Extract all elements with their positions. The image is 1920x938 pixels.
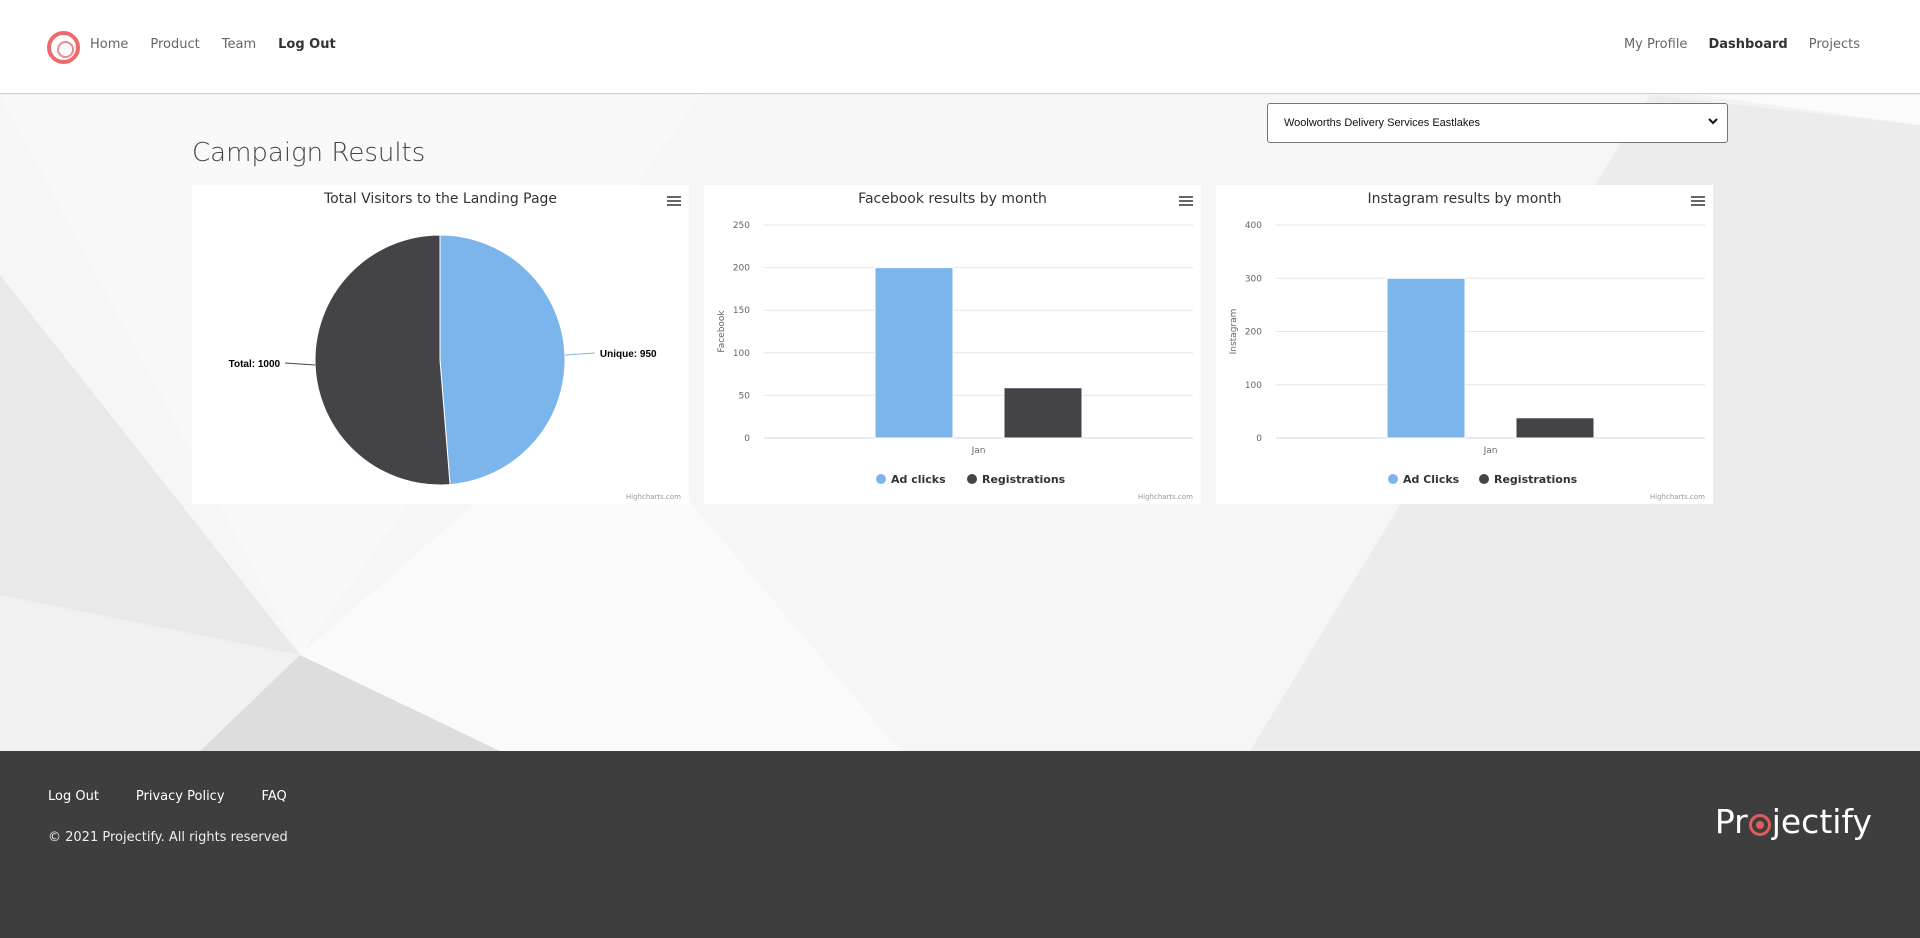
chart-menu-icon[interactable]: [1691, 196, 1705, 208]
chart-credits[interactable]: Highcharts.com: [1138, 493, 1193, 501]
chart-credits[interactable]: Highcharts.com: [1650, 493, 1705, 501]
y-tick-label: 0: [1256, 434, 1262, 444]
pie-connector: [564, 352, 595, 356]
pie-data-label: Unique: 950: [600, 349, 657, 360]
brand-logo: Pr jectify: [1715, 802, 1872, 841]
chart-credits[interactable]: Highcharts.com: [626, 493, 681, 501]
nav-log-out[interactable]: Log Out: [278, 37, 336, 52]
footer-privacy-policy[interactable]: Privacy Policy: [136, 789, 225, 804]
facebook-bar-chart: 0 50 100 150 200 250 Facebook Jan Ad clicks Regis…: [717, 221, 1193, 486]
legend-marker: [876, 474, 886, 484]
pie-connector: [285, 362, 316, 366]
legend-item: Registrations: [982, 473, 1066, 486]
copyright: © 2021 Projectify. All rights reserved: [48, 830, 288, 845]
y-axis-label: Facebook: [717, 310, 727, 353]
pie-slice-total: [314, 234, 451, 486]
x-tick-label: Jan: [971, 446, 986, 456]
legend-marker: [1479, 474, 1489, 484]
chart-title: Total Visitors to the Landing Page: [323, 191, 558, 207]
brand-text-end: jectify: [1771, 802, 1872, 841]
y-tick-label: 200: [733, 264, 750, 274]
footer-faq[interactable]: FAQ: [262, 789, 287, 804]
y-tick-label: 200: [1245, 328, 1262, 338]
nav-projects[interactable]: Projects: [1809, 37, 1860, 52]
nav-my-profile[interactable]: My Profile: [1624, 37, 1687, 52]
pie-slice-unique: [439, 234, 566, 486]
footer-log-out[interactable]: Log Out: [48, 789, 99, 804]
nav-product[interactable]: Product: [150, 37, 199, 52]
x-tick-label: Jan: [1483, 446, 1498, 456]
y-tick-label: 300: [1245, 274, 1262, 284]
pie-chart: Unique: 950 Total: 1000: [229, 234, 657, 486]
client-select-value: Woolworths Delivery Services Eastlakes: [1284, 117, 1481, 129]
y-tick-label: 250: [733, 221, 750, 231]
brand-text-start: Pr: [1714, 802, 1748, 841]
bar-ad-clicks: [1386, 277, 1466, 439]
chevron-down-icon: [1708, 118, 1718, 125]
y-tick-label: 100: [1245, 381, 1262, 391]
top-navbar: Home Product Team Log Out My Profile Das…: [0, 0, 1920, 94]
pie-chart-card: Unique: 950 Total: 1000 Total Visitors to…: [192, 185, 689, 504]
nav-team[interactable]: Team: [222, 37, 256, 52]
nav-right: My Profile Dashboard Projects: [1624, 37, 1860, 52]
page-title: Campaign Results: [192, 138, 426, 168]
facebook-chart-card: 0 50 100 150 200 250 Facebook Jan Ad clicks Regis…: [704, 185, 1201, 504]
y-tick-label: 400: [1245, 221, 1262, 231]
y-axis-label: Instagram: [1229, 309, 1239, 355]
bar-registrations: [1003, 387, 1083, 439]
footer: Log Out Privacy Policy FAQ © 2021 Projec…: [0, 751, 1920, 938]
legend-item: Ad Clicks: [1403, 473, 1460, 486]
pie-data-label: Total: 1000: [229, 359, 281, 370]
nav-dashboard[interactable]: Dashboard: [1708, 37, 1787, 52]
bar-registrations: [1515, 417, 1595, 439]
chart-menu-icon[interactable]: [1179, 196, 1193, 208]
y-tick-label: 0: [744, 434, 750, 444]
chart-title: Instagram results by month: [1367, 191, 1562, 207]
nav-home[interactable]: Home: [90, 37, 128, 52]
target-icon: [1748, 813, 1771, 836]
instagram-bar-chart: 0 100 200 300 400 Instagram Jan Ad Clicks Regist…: [1229, 221, 1705, 486]
legend-marker: [1388, 474, 1398, 484]
y-tick-label: 100: [733, 349, 750, 359]
client-select[interactable]: Woolworths Delivery Services Eastlakes: [1267, 103, 1728, 143]
legend-item: Registrations: [1494, 473, 1578, 486]
instagram-chart-card: 0 100 200 300 400 Instagram Jan Ad Clicks Regist…: [1216, 185, 1713, 504]
logo-icon[interactable]: [47, 31, 80, 64]
chart-menu-icon[interactable]: [667, 196, 681, 208]
y-tick-label: 150: [733, 306, 750, 316]
bar-ad-clicks: [874, 267, 954, 439]
legend-marker: [967, 474, 977, 484]
footer-links: Log Out Privacy Policy FAQ: [48, 789, 287, 804]
nav-left: Home Product Team Log Out: [90, 37, 336, 52]
legend-item: Ad clicks: [891, 473, 946, 486]
chart-title: Facebook results by month: [858, 191, 1047, 207]
y-tick-label: 50: [739, 391, 751, 401]
